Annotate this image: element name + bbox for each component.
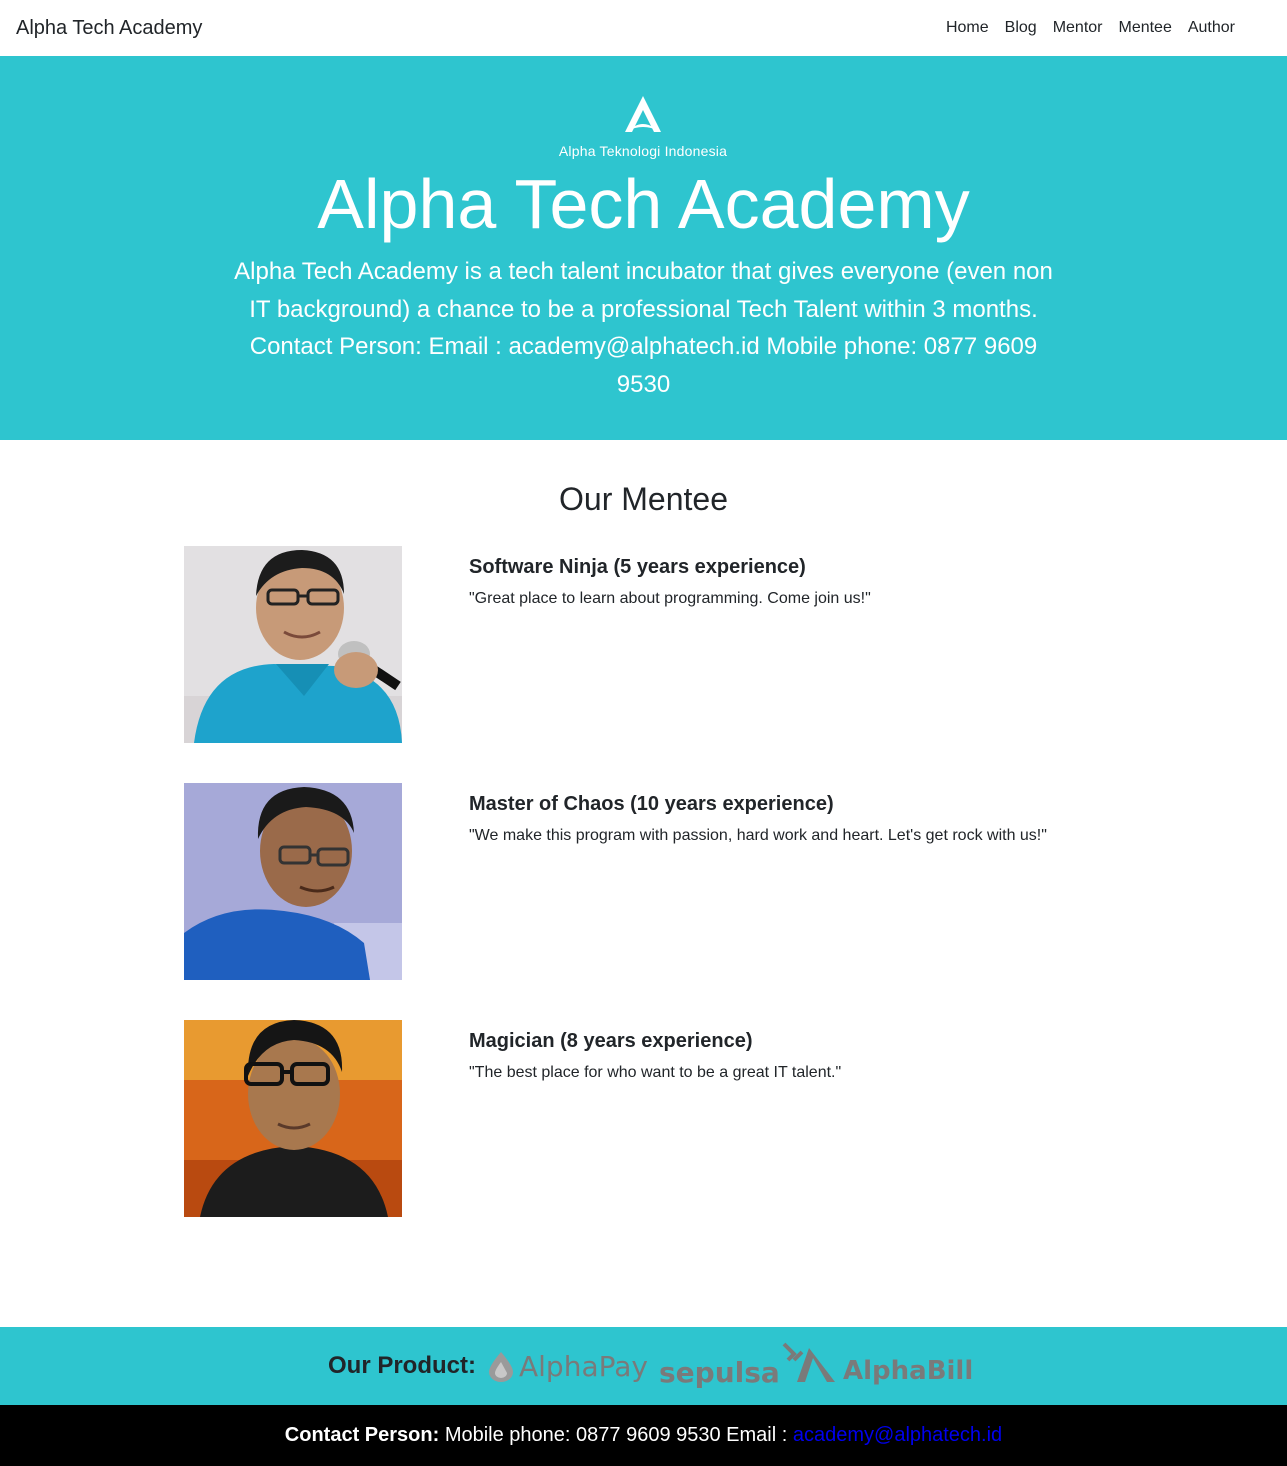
navbar-brand[interactable]: Alpha Tech Academy [16, 17, 202, 40]
nav-link-blog[interactable]: Blog [997, 11, 1045, 45]
mentee-quote: "Great place to learn about programming.… [469, 590, 871, 607]
mentee-card: Magician (8 years experience) "The best … [184, 1020, 1084, 1217]
alphapay-logo: AlphaPay [487, 1327, 648, 1405]
alpha-logo: Alpha Teknologi Indonesia [549, 94, 737, 162]
alpha-logo-icon [625, 96, 661, 132]
alphabill-text: AlphaBill [843, 1356, 974, 1386]
products-bar: Our Product: AlphaPay sepulsa AlphaBill [0, 1327, 1287, 1405]
nav-link-author[interactable]: Author [1180, 11, 1243, 45]
hero-jumbotron: Alpha Teknologi Indonesia Alpha Tech Aca… [0, 56, 1287, 440]
footer: Contact Person: Mobile phone: 0877 9609 … [0, 1405, 1287, 1466]
mentee-photo [184, 1020, 402, 1217]
mentee-quote: "The best place for who want to be a gre… [469, 1064, 842, 1081]
mentee-quote: "We make this program with passion, hard… [469, 827, 1047, 844]
alphabill-logo: AlphaBill [797, 1327, 973, 1405]
mentee-title: Software Ninja (5 years experience) [469, 556, 806, 578]
alphabill-a-icon [797, 1348, 835, 1382]
mentee-photo [184, 546, 402, 743]
footer-contact-text: Mobile phone: 0877 9609 9530 Email : [439, 1424, 793, 1446]
alpha-logo-text: Alpha Teknologi Indonesia [558, 143, 728, 159]
products-label: Our Product: [328, 1352, 476, 1379]
hero-title: Alpha Tech Academy [317, 165, 970, 243]
nav-links: Home Blog Mentor Mentee Author [938, 11, 1243, 45]
sepulsa-text: sepulsa [659, 1355, 780, 1389]
sepulsa-logo: sepulsa [659, 1327, 806, 1405]
mentee-card: Master of Chaos (10 years experience) "W… [184, 783, 1084, 980]
hero-lead: Alpha Tech Academy is a tech talent incu… [234, 258, 1053, 398]
navbar: Alpha Tech Academy Home Blog Mentor Ment… [0, 0, 1287, 56]
nav-link-mentor[interactable]: Mentor [1045, 11, 1111, 45]
mentee-title: Master of Chaos (10 years experience) [469, 793, 834, 815]
mentee-photo [184, 783, 402, 980]
mentee-card: Software Ninja (5 years experience) "Gre… [184, 546, 1084, 743]
section-title: Our Mentee [559, 481, 728, 517]
footer-contact-label: Contact Person: [284, 1424, 440, 1446]
alphapay-drop-icon [489, 1352, 513, 1382]
footer-email-link[interactable]: academy@alphatech.id [793, 1424, 1002, 1446]
alphapay-text: AlphaPay [519, 1349, 648, 1383]
nav-link-mentee[interactable]: Mentee [1110, 11, 1179, 45]
mentee-title: Magician (8 years experience) [469, 1030, 753, 1052]
nav-link-home[interactable]: Home [938, 11, 997, 45]
